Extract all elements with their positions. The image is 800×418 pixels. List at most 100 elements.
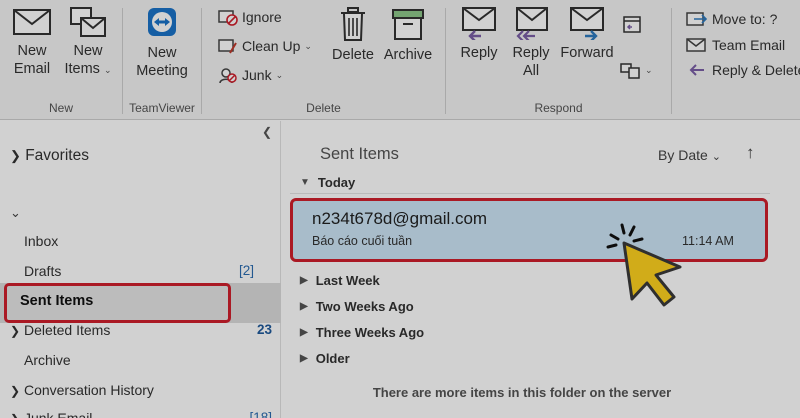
clean-up-label: Clean Up [242, 38, 301, 54]
chevron-down-icon: ⌄ [275, 69, 284, 80]
envelope-icon [13, 9, 51, 35]
group-label: Two Weeks Ago [315, 299, 414, 314]
delete-button[interactable]: Delete [328, 6, 378, 64]
archive-icon [392, 9, 424, 40]
ribbon: New Email New Items ⌄ New New Meeting Te… [0, 0, 800, 120]
trash-icon [341, 7, 365, 41]
unread-count: [2] [238, 263, 254, 278]
ignore-button[interactable]: Ignore [218, 8, 282, 26]
ignore-icon [218, 10, 238, 26]
move-to-label: Move to: ? [712, 11, 778, 27]
envelope-icon [686, 38, 706, 52]
ribbon-group-quick-steps: Move to: ? Team Email Reply & Delete [672, 0, 800, 120]
chevron-right-icon: ❯ [10, 384, 21, 398]
group-label: Today [317, 175, 356, 190]
move-to-button[interactable]: Move to: ? [686, 10, 777, 28]
folder-archive[interactable]: Archive [24, 352, 71, 368]
sort-direction-icon[interactable]: ↑ [746, 143, 755, 163]
new-items-label: New Items [64, 43, 103, 77]
folder-conversation-history[interactable]: ❯ Conversation History [10, 382, 154, 398]
teamviewer-icon [148, 8, 176, 36]
chevron-down-icon[interactable]: ⌄ [10, 205, 21, 221]
folder-pane: ❮ ❯ Favorites ⌄ Inbox Drafts [2] [0, 121, 281, 418]
archive-label: Archive [383, 47, 433, 63]
favorites-header[interactable]: ❯ Favorites [10, 147, 89, 165]
group-label-new: New [48, 101, 73, 115]
ignore-label: Ignore [242, 9, 282, 25]
group-label: Older [315, 351, 350, 366]
new-items-button[interactable]: New Items ⌄ [60, 6, 116, 79]
folder-drafts[interactable]: Drafts [2] [24, 263, 268, 279]
forward-icon [570, 7, 604, 40]
group-header-last-week[interactable]: ▶ Last Week [300, 273, 380, 288]
chevron-down-icon: ⌄ [711, 151, 721, 163]
chevron-right-icon: ▶ [300, 327, 308, 338]
group-label-delete: Delete [306, 101, 341, 115]
folder-title: Sent Items [320, 145, 399, 163]
group-header-older[interactable]: ▶ Older [300, 351, 350, 366]
team-email-label: Team Email [712, 37, 786, 53]
clean-up-icon [218, 39, 237, 54]
meeting-reply-icon[interactable] [622, 14, 644, 34]
archive-button[interactable]: Archive [380, 6, 436, 64]
mail-item[interactable] [290, 198, 768, 262]
new-email-button[interactable]: New Email [6, 6, 58, 78]
new-meeting-label: New Meeting [136, 45, 188, 79]
mail-subject: Báo cáo cuối tuần [312, 234, 413, 248]
sort-dropdown[interactable]: By Date ⌄ [658, 147, 721, 163]
chevron-right-icon: ▶ [300, 301, 308, 312]
reply-all-icon [516, 7, 548, 40]
folder-label: Archive [24, 352, 71, 368]
group-header-three-weeks-ago[interactable]: ▶ Three Weeks Ago [300, 325, 424, 340]
folder-deleted-items[interactable]: ❯ Deleted Items 23 [10, 322, 272, 338]
new-meeting-button[interactable]: New Meeting [131, 6, 193, 80]
more-respond-button[interactable]: ⌄ [620, 60, 653, 80]
forward-button[interactable]: Forward [558, 6, 616, 62]
reply-delete-button[interactable]: Reply & Delete [686, 61, 800, 79]
group-label: Last Week [315, 273, 380, 288]
more-respond-icon [620, 63, 640, 79]
ribbon-group-teamviewer: New Meeting TeamViewer [123, 0, 201, 120]
ribbon-group-respond: Reply Reply All Forward ⌄ Respond [446, 0, 671, 120]
team-email-button[interactable]: Team Email [686, 36, 785, 54]
ribbon-group-new: New Email New Items ⌄ New [0, 0, 122, 120]
chevron-down-icon: ⌄ [103, 65, 112, 75]
server-items-message: There are more items in this folder on t… [372, 385, 672, 400]
reply-all-label: Reply All [512, 45, 550, 79]
unread-count: 23 [256, 322, 272, 337]
clean-up-button[interactable]: Clean Up ⌄ [218, 37, 312, 55]
reply-delete-label: Reply & Delete [712, 62, 800, 78]
chevron-down-icon: ▼ [300, 177, 310, 188]
chevron-right-icon: ▶ [300, 275, 308, 286]
delete-label: Delete [332, 47, 374, 63]
mail-sender: n234t678d@gmail.com [312, 209, 488, 228]
favorites-label: Favorites [25, 147, 89, 164]
reply-icon [462, 7, 496, 40]
new-items-icon [70, 7, 106, 37]
folder-label: Junk Email [23, 410, 93, 418]
folder-inbox[interactable]: Inbox [24, 233, 58, 249]
reply-all-button[interactable]: Reply All [506, 6, 556, 80]
folder-junk-email[interactable]: ❯ Junk Email [18] [10, 410, 272, 418]
folder-label: Deleted Items [23, 322, 111, 338]
junk-label: Junk [242, 67, 272, 83]
move-to-icon [686, 12, 708, 26]
junk-button[interactable]: Junk ⌄ [218, 66, 283, 84]
group-label: Three Weeks Ago [315, 325, 425, 340]
group-header-today[interactable]: ▼ Today [300, 175, 355, 190]
message-list: Sent Items By Date ⌄ ↑ ▼ Today n234t678d… [282, 121, 800, 418]
chevron-down-icon: ⌄ [304, 40, 312, 51]
group-header-two-weeks-ago[interactable]: ▶ Two Weeks Ago [300, 299, 414, 314]
unread-count: [18] [249, 410, 272, 418]
chevron-right-icon: ▶ [300, 353, 308, 364]
chevron-right-icon: ❯ [10, 148, 21, 163]
chevron-right-icon: ❯ [10, 412, 20, 418]
forward-label: Forward [560, 45, 614, 61]
sort-label: By Date [658, 147, 708, 163]
reply-button[interactable]: Reply [456, 6, 502, 62]
folder-label: Conversation History [23, 382, 154, 398]
group-label-teamviewer: TeamViewer [129, 101, 195, 115]
collapse-pane-icon[interactable]: ❮ [262, 125, 272, 139]
divider [290, 193, 770, 194]
reply-delete-icon [689, 64, 704, 76]
